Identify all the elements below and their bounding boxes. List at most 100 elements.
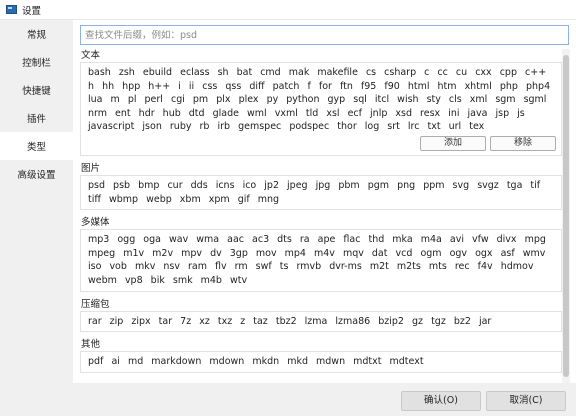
extension-item[interactable]: mqv <box>343 248 364 259</box>
extension-item[interactable]: mpg <box>525 234 546 245</box>
extension-item[interactable]: lua <box>88 94 102 105</box>
extension-item[interactable]: aac <box>227 234 244 245</box>
extension-item[interactable]: css <box>202 81 217 92</box>
extension-item[interactable]: sty <box>427 94 441 105</box>
extension-item[interactable]: eclass <box>180 67 209 78</box>
extension-item[interactable]: rm <box>235 261 248 272</box>
extension-item[interactable]: ogg <box>117 234 135 245</box>
extension-item[interactable]: irb <box>217 121 230 132</box>
extension-item[interactable]: python <box>286 94 319 105</box>
extension-item[interactable]: avi <box>450 234 464 245</box>
extension-item[interactable]: wma <box>196 234 219 245</box>
extension-item[interactable]: c <box>424 67 429 78</box>
extension-item[interactable]: m4b <box>201 275 222 286</box>
extension-item[interactable]: pl <box>128 94 137 105</box>
extension-item[interactable]: c++ <box>525 67 546 78</box>
extension-item[interactable]: hh <box>102 81 114 92</box>
extension-item[interactable]: php4 <box>526 81 550 92</box>
extension-item[interactable]: cc <box>437 67 447 78</box>
extension-item[interactable]: mdwn <box>316 356 345 367</box>
extension-item[interactable]: ac3 <box>252 234 269 245</box>
extension-item[interactable]: pm <box>193 94 208 105</box>
extension-item[interactable]: wish <box>397 94 418 105</box>
extension-item[interactable]: taz <box>253 316 268 327</box>
extension-item[interactable]: cxx <box>475 67 491 78</box>
extension-item[interactable]: vp8 <box>125 275 143 286</box>
extension-item[interactable]: flv <box>215 261 227 272</box>
extension-item[interactable]: zip <box>110 316 124 327</box>
extension-item[interactable]: dds <box>191 180 208 191</box>
extension-item[interactable]: itcl <box>375 94 389 105</box>
extension-item[interactable]: diff <box>249 81 264 92</box>
scrollbar-thumb[interactable] <box>563 55 569 377</box>
extension-item[interactable]: ai <box>111 356 119 367</box>
extension-item[interactable]: ts <box>280 261 289 272</box>
extension-item[interactable]: cls <box>449 94 462 105</box>
extension-item[interactable]: thd <box>368 234 384 245</box>
extension-item[interactable]: tbz2 <box>276 316 297 327</box>
extension-item[interactable]: gif <box>238 194 250 205</box>
extension-item[interactable]: bat <box>237 67 253 78</box>
extension-item[interactable]: jsp <box>495 108 509 119</box>
extension-item[interactable]: pgm <box>368 180 389 191</box>
extension-item[interactable]: txz <box>218 316 232 327</box>
search-input[interactable] <box>85 29 568 41</box>
extension-item[interactable]: lzma86 <box>335 316 370 327</box>
extension-item[interactable]: mdtxt <box>353 356 381 367</box>
extension-item[interactable]: ii <box>189 81 194 92</box>
extension-item[interactable]: mpv <box>181 248 202 259</box>
sidebar-item[interactable]: 类型 <box>0 132 73 160</box>
extension-item[interactable]: podspec <box>289 121 329 132</box>
extension-item[interactable]: vcd <box>396 248 413 259</box>
extension-item[interactable]: h++ <box>148 81 170 92</box>
extension-item[interactable]: f95 <box>361 81 376 92</box>
extension-item[interactable]: lrc <box>408 121 420 132</box>
extension-item[interactable]: dts <box>277 234 292 245</box>
extension-item[interactable]: psb <box>113 180 130 191</box>
extension-item[interactable]: xpm <box>209 194 230 205</box>
sidebar-item[interactable]: 控制栏 <box>0 48 73 76</box>
extension-item[interactable]: md <box>128 356 143 367</box>
sidebar-item[interactable]: 常规 <box>0 20 73 48</box>
extension-item[interactable]: pbm <box>338 180 359 191</box>
extension-item[interactable]: tga <box>507 180 523 191</box>
extension-item[interactable]: ape <box>318 234 336 245</box>
extension-item[interactable]: mdown <box>209 356 244 367</box>
extension-item[interactable]: wtv <box>230 275 247 286</box>
extension-item[interactable]: tgz <box>431 316 446 327</box>
extension-item[interactable]: h <box>88 81 94 92</box>
extension-item[interactable]: i <box>178 81 181 92</box>
sidebar-item[interactable]: 插件 <box>0 104 73 132</box>
extension-item[interactable]: f90 <box>384 81 399 92</box>
extension-item[interactable]: patch <box>273 81 300 92</box>
extension-item[interactable]: lzma <box>305 316 328 327</box>
extension-item[interactable]: webm <box>88 275 117 286</box>
extension-item[interactable]: ogv <box>450 248 467 259</box>
extension-item[interactable]: 3gp <box>230 248 248 259</box>
extension-item[interactable]: xhtml <box>465 81 492 92</box>
extension-item[interactable]: bz2 <box>454 316 471 327</box>
extension-item[interactable]: wml <box>247 108 267 119</box>
extension-item[interactable]: wav <box>169 234 188 245</box>
extension-item[interactable]: xbm <box>180 194 201 205</box>
extension-item[interactable]: sgml <box>524 94 547 105</box>
extension-item[interactable]: html <box>408 81 430 92</box>
extension-item[interactable]: tld <box>306 108 318 119</box>
extension-item[interactable]: dv <box>210 248 222 259</box>
extension-item[interactable]: jpg <box>316 180 331 191</box>
extension-item[interactable]: mpeg <box>88 248 115 259</box>
extension-item[interactable]: mkdn <box>252 356 279 367</box>
extension-item[interactable]: csharp <box>384 67 416 78</box>
extension-item[interactable]: flac <box>343 234 360 245</box>
extension-item[interactable]: jp2 <box>264 180 279 191</box>
extension-item[interactable]: tar <box>159 316 172 327</box>
add-button[interactable]: 添加 <box>420 135 486 151</box>
extension-item[interactable]: gemspec <box>238 121 281 132</box>
extension-item[interactable]: mkv <box>135 261 155 272</box>
extension-item[interactable]: xsd <box>395 108 412 119</box>
extension-item[interactable]: m4a <box>421 234 442 245</box>
extension-item[interactable]: bash <box>88 67 111 78</box>
extension-item[interactable]: f <box>307 81 310 92</box>
extension-item[interactable]: mka <box>392 234 412 245</box>
extension-item[interactable]: f4v <box>478 261 493 272</box>
